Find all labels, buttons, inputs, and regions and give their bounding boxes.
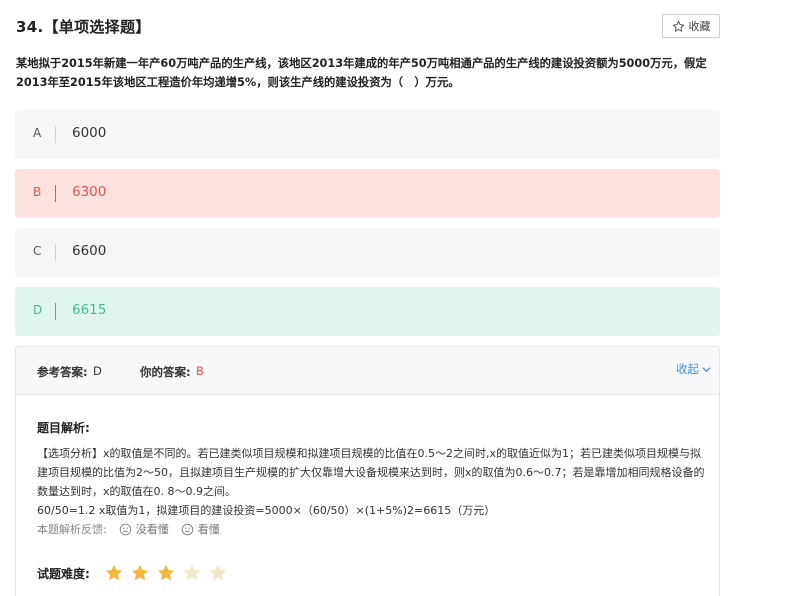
star-outline-icon bbox=[672, 20, 684, 32]
analysis-feedback: 本题解析反馈: 没看懂 看懂 bbox=[37, 521, 220, 537]
option-divider bbox=[55, 126, 56, 143]
question-header: 34.【单项选择题】 收藏 bbox=[16, 14, 720, 40]
sad-face-icon bbox=[119, 523, 131, 535]
star-icon bbox=[105, 564, 122, 581]
not-understood-label: 没看懂 bbox=[135, 523, 169, 536]
analysis-calculation: 60/50=1.2 x取值为1，拟建项目的建设投资=5000×（60/50）×(… bbox=[37, 504, 496, 517]
analysis-paragraph: 【选项分析】x的取值是不同的。若已建类似项目规模和拟建项目规模的比值在0.5～2… bbox=[37, 447, 705, 498]
answer-panel: 参考答案: D 你的答案: B 收起 题目解析: 【选项分析】x的取值是不同的。… bbox=[15, 346, 720, 596]
analysis-title: 题目解析: bbox=[37, 421, 90, 435]
option-letter: C bbox=[33, 244, 42, 258]
option-text: 6615 bbox=[72, 302, 107, 318]
answer-summary-bar: 参考答案: D 你的答案: B 收起 bbox=[16, 347, 719, 395]
favorite-button[interactable]: 收藏 bbox=[662, 14, 720, 38]
collapse-label: 收起 bbox=[676, 362, 699, 376]
understood-label: 看懂 bbox=[197, 523, 220, 536]
difficulty-label: 试题难度: bbox=[37, 566, 90, 581]
difficulty-stars bbox=[104, 563, 234, 583]
question-title: 34.【单项选择题】 bbox=[16, 18, 151, 36]
option-letter: B bbox=[33, 185, 42, 199]
option-divider bbox=[55, 185, 56, 202]
option-letter: A bbox=[33, 126, 42, 140]
your-answer-label: 你的答案: bbox=[140, 365, 191, 379]
favorite-label: 收藏 bbox=[688, 20, 711, 33]
option-text: 6600 bbox=[72, 243, 107, 259]
question-stem: 某地拟于2015年新建一年产60万吨产品的生产线，该地区2013年建成的年产50… bbox=[16, 57, 707, 89]
difficulty-rating: 试题难度: bbox=[37, 563, 234, 583]
option-letter: D bbox=[33, 303, 43, 317]
not-understood-button[interactable]: 没看懂 bbox=[119, 521, 169, 537]
reference-answer-value: D bbox=[93, 364, 102, 378]
option-text: 6300 bbox=[72, 184, 107, 200]
reference-answer-label: 参考答案: bbox=[37, 365, 88, 379]
option-divider bbox=[55, 303, 56, 320]
star-icon bbox=[183, 564, 200, 581]
star-icon bbox=[157, 564, 174, 581]
option-divider bbox=[55, 244, 56, 261]
feedback-label: 本题解析反馈: bbox=[37, 523, 107, 536]
star-icon bbox=[131, 564, 148, 581]
option-b[interactable]: B 6300 bbox=[15, 169, 720, 218]
your-answer-value: B bbox=[196, 364, 204, 378]
option-a[interactable]: A 6000 bbox=[15, 110, 720, 159]
option-d[interactable]: D 6615 bbox=[15, 287, 720, 336]
analysis-body: 【选项分析】x的取值是不同的。若已建类似项目规模和拟建项目规模的比值在0.5～2… bbox=[37, 444, 709, 520]
understood-button[interactable]: 看懂 bbox=[181, 521, 220, 537]
option-text: 6000 bbox=[72, 125, 107, 141]
smile-face-icon bbox=[181, 523, 193, 535]
collapse-button[interactable]: 收起 bbox=[676, 361, 711, 377]
option-c[interactable]: C 6600 bbox=[15, 228, 720, 277]
chevron-down-icon bbox=[702, 366, 711, 372]
star-icon bbox=[209, 564, 226, 581]
